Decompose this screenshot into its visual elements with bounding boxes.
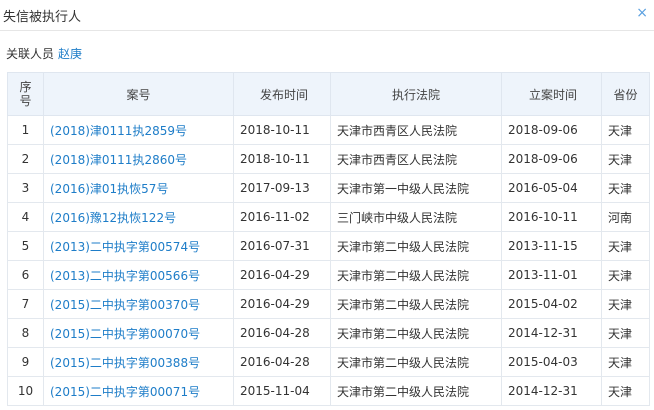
publish-date: 2016-04-29 — [233, 260, 331, 290]
dialog-title: 失信被执行人 — [3, 10, 82, 25]
table-row: 1 (2018)津0111执2859号 2018-10-11 天津市西青区人民法院 20… — [7, 115, 650, 145]
publish-date: 2016-07-31 — [233, 231, 331, 261]
court-name: 天津市第二中级人民法院 — [330, 289, 502, 319]
table-row: 10 (2015)二中执字第00071号 2015-11-04 天津市第二中级人民法院… — [7, 376, 650, 406]
province: 天津 — [601, 115, 650, 145]
case-number-link[interactable]: (2015)二中执字第00070号 — [43, 318, 234, 348]
publish-date: 2017-09-13 — [233, 173, 331, 203]
row-index: 9 — [7, 347, 44, 377]
row-index: 7 — [7, 289, 44, 319]
table-row: 4 (2016)豫12执恢122号 2016-11-02 三门峡市中级人民法院 2016… — [7, 202, 650, 232]
column-header-index: 序号 — [7, 72, 44, 116]
table-row: 2 (2018)津0111执2860号 2018-10-11 天津市西青区人民法院 20… — [7, 144, 650, 174]
case-number-link[interactable]: (2015)二中执字第00370号 — [43, 289, 234, 319]
province: 天津 — [601, 376, 650, 406]
publish-date: 2016-11-02 — [233, 202, 331, 232]
filing-date: 2018-09-06 — [501, 144, 602, 174]
publish-date: 2018-10-11 — [233, 144, 331, 174]
table-row: 9 (2015)二中执字第00388号 2016-04-28 天津市第二中级人民法院 2… — [7, 347, 650, 377]
table-row: 8 (2015)二中执字第00070号 2016-04-28 天津市第二中级人民法院 2… — [7, 318, 650, 348]
table-header-row: 序号 案号 发布时间 执行法院 立案时间 省份 — [7, 72, 650, 116]
filing-date: 2016-10-11 — [501, 202, 602, 232]
court-name: 天津市第二中级人民法院 — [330, 347, 502, 377]
case-number-link[interactable]: (2015)二中执字第00388号 — [43, 347, 234, 377]
table-row: 6 (2013)二中执字第00566号 2016-04-29 天津市第二中级人民法院 2… — [7, 260, 650, 290]
province: 天津 — [601, 318, 650, 348]
related-person: 关联人员 赵庚 — [6, 45, 82, 62]
table-row: 7 (2015)二中执字第00370号 2016-04-29 天津市第二中级人民法院 2… — [7, 289, 650, 319]
filing-date: 2016-05-04 — [501, 173, 602, 203]
case-number-link[interactable]: (2018)津0111执2860号 — [43, 144, 234, 174]
court-name: 三门峡市中级人民法院 — [330, 202, 502, 232]
related-person-link[interactable]: 赵庚 — [58, 47, 82, 61]
publish-date: 2016-04-29 — [233, 289, 331, 319]
column-header-province: 省份 — [601, 72, 650, 116]
dishonest-debtor-table: 序号 案号 发布时间 执行法院 立案时间 省份 1 (2018)津0111执285… — [7, 72, 650, 406]
row-index: 4 — [7, 202, 44, 232]
table-row: 3 (2016)津01执恢57号 2017-09-13 天津市第一中级人民法院 2016… — [7, 173, 650, 203]
row-index: 10 — [7, 376, 44, 406]
column-header-filing-date: 立案时间 — [501, 72, 602, 116]
province: 河南 — [601, 202, 650, 232]
filing-date: 2018-09-06 — [501, 115, 602, 145]
filing-date: 2015-04-02 — [501, 289, 602, 319]
publish-date: 2016-04-28 — [233, 318, 331, 348]
row-index: 1 — [7, 115, 44, 145]
row-index: 2 — [7, 144, 44, 174]
publish-date: 2016-04-28 — [233, 347, 331, 377]
filing-date: 2013-11-01 — [501, 260, 602, 290]
province: 天津 — [601, 289, 650, 319]
filing-date: 2014-12-31 — [501, 376, 602, 406]
court-name: 天津市西青区人民法院 — [330, 115, 502, 145]
row-index: 8 — [7, 318, 44, 348]
case-number-link[interactable]: (2016)豫12执恢122号 — [43, 202, 234, 232]
table-row: 5 (2013)二中执字第00574号 2016-07-31 天津市第二中级人民法院 2… — [7, 231, 650, 261]
close-icon[interactable]: × — [636, 5, 648, 21]
province: 天津 — [601, 144, 650, 174]
related-person-label: 关联人员 — [6, 47, 55, 61]
column-header-court: 执行法院 — [330, 72, 502, 116]
case-number-link[interactable]: (2013)二中执字第00574号 — [43, 231, 234, 261]
case-number-link[interactable]: (2018)津0111执2859号 — [43, 115, 234, 145]
province: 天津 — [601, 173, 650, 203]
case-number-link[interactable]: (2016)津01执恢57号 — [43, 173, 234, 203]
court-name: 天津市第二中级人民法院 — [330, 260, 502, 290]
table-body: 1 (2018)津0111执2859号 2018-10-11 天津市西青区人民法院 20… — [7, 115, 650, 406]
court-name: 天津市西青区人民法院 — [330, 144, 502, 174]
dialog-header: 失信被执行人 × — [0, 0, 654, 31]
row-index: 6 — [7, 260, 44, 290]
column-header-publish-date: 发布时间 — [233, 72, 331, 116]
filing-date: 2015-04-03 — [501, 347, 602, 377]
court-name: 天津市第二中级人民法院 — [330, 231, 502, 261]
case-number-link[interactable]: (2015)二中执字第00071号 — [43, 376, 234, 406]
row-index: 3 — [7, 173, 44, 203]
filing-date: 2013-11-15 — [501, 231, 602, 261]
publish-date: 2015-11-04 — [233, 376, 331, 406]
publish-date: 2018-10-11 — [233, 115, 331, 145]
row-index: 5 — [7, 231, 44, 261]
case-number-link[interactable]: (2013)二中执字第00566号 — [43, 260, 234, 290]
court-name: 天津市第二中级人民法院 — [330, 376, 502, 406]
province: 天津 — [601, 260, 650, 290]
province: 天津 — [601, 231, 650, 261]
column-header-case-no: 案号 — [43, 72, 234, 116]
court-name: 天津市第一中级人民法院 — [330, 173, 502, 203]
province: 天津 — [601, 347, 650, 377]
court-name: 天津市第二中级人民法院 — [330, 318, 502, 348]
filing-date: 2014-12-31 — [501, 318, 602, 348]
